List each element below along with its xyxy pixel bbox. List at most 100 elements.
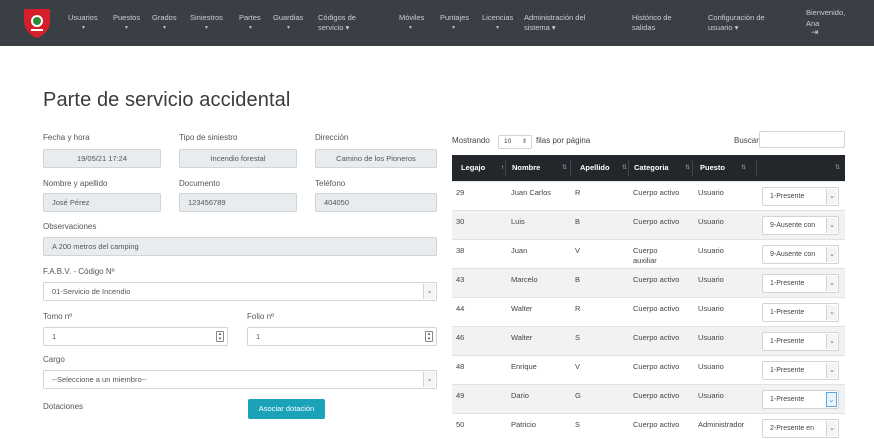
chevron-down-icon[interactable]: ⌄	[826, 421, 837, 436]
fire-department-logo-icon[interactable]	[22, 7, 52, 39]
cell-legajo: 46	[456, 333, 465, 342]
chevron-down-icon[interactable]: ⌄	[423, 284, 435, 299]
chevron-down-icon[interactable]: ⌄	[826, 276, 837, 291]
table-row[interactable]: 30 Luis B Cuerpo activo Usuario 9-Ausent…	[452, 210, 845, 239]
tomo-label: Tomo nº	[43, 312, 73, 321]
nav-configuracion-label: Configuración de	[708, 13, 765, 22]
asistencia-select[interactable]: 1-Presente ⌄	[762, 187, 839, 206]
table-row[interactable]: 29 Juan Carlos R Cuerpo activo Usuario 1…	[452, 181, 845, 210]
cell-puesto: Usuario	[698, 246, 724, 255]
observaciones-field[interactable]: A 200 metros del camping	[43, 237, 437, 256]
cargo-value: --Seleccione a un miembro--	[52, 375, 147, 384]
asistencia-select[interactable]: 1-Presente ⌄	[762, 361, 839, 380]
search-input[interactable]	[759, 131, 845, 148]
nav-siniestros[interactable]: Siniestros ▾	[190, 0, 223, 46]
nav-puntajes[interactable]: Puntajes ▾	[440, 0, 469, 46]
stepper-icon[interactable]: ▴ ▾	[425, 331, 433, 342]
cell-puesto: Usuario	[698, 188, 724, 197]
telefono-field[interactable]: 404050	[315, 193, 437, 212]
chevron-down-icon[interactable]: ⌄	[423, 372, 435, 387]
nav-administracion-sistema[interactable]: Administración del sistema ▾	[524, 0, 585, 46]
table-row[interactable]: 44 Walter R Cuerpo activo Usuario 1-Pres…	[452, 297, 845, 326]
chevron-down-icon[interactable]: ⌄	[826, 363, 837, 378]
nav-licencias[interactable]: Licencias ▾	[482, 0, 513, 46]
cell-apellido: S	[575, 420, 581, 429]
cell-legajo: 44	[456, 304, 465, 313]
documento-field[interactable]: 123456789	[179, 193, 297, 212]
nav-moviles[interactable]: Móviles ▾	[399, 0, 424, 46]
cell-apellido: R	[575, 304, 581, 313]
fecha-field[interactable]: 19/05/21 17:24	[43, 149, 161, 168]
table-row[interactable]: 48 Enrique V Cuerpo activo Usuario 1-Pre…	[452, 355, 845, 384]
filas-label: filas por página	[536, 136, 591, 145]
chevron-down-icon[interactable]: ⌄	[826, 218, 837, 233]
fabv-codigo-value: 01-Servicio de Incendio	[52, 287, 131, 296]
cell-nombre: Enrique	[511, 362, 537, 371]
asistencia-select[interactable]: 1-Presente ⌄	[762, 274, 839, 293]
nav-codigos-label-2: servicio ▾	[318, 23, 350, 32]
stepper-icon[interactable]: ▴ ▾	[216, 331, 224, 342]
chevron-down-icon[interactable]: ⌄	[826, 392, 837, 407]
nav-partes[interactable]: Partes ▾	[239, 0, 261, 46]
th-legajo[interactable]: Legajo ↑	[461, 155, 504, 181]
table-row[interactable]: 43 Marcelo B Cuerpo activo Usuario 1-Pre…	[452, 268, 845, 297]
direccion-field[interactable]: Camino de los Pioneros	[315, 149, 437, 168]
asistencia-select[interactable]: 1-Presente ⌄	[762, 303, 839, 322]
th-categoria-label: Categoria	[634, 163, 669, 172]
tipo-siniestro-field[interactable]: Incendio forestal	[179, 149, 297, 168]
table-row[interactable]: 38 Juan V Cuerpo auxiliar Usuario 9-Ause…	[452, 239, 845, 268]
fabv-codigo-label: F.A.B.V. - Código Nº	[43, 267, 115, 276]
th-puesto[interactable]: Puesto ⇅	[700, 155, 746, 181]
nav-historico-salidas[interactable]: Histórico de salidas	[632, 0, 672, 46]
cell-apellido: R	[575, 188, 581, 197]
documento-label: Documento	[179, 179, 220, 188]
logout-icon[interactable]: ⇥	[811, 27, 819, 38]
th-puesto-label: Puesto	[700, 163, 726, 172]
asistencia-select[interactable]: 9-Ausente con ⌄	[762, 245, 839, 264]
asistencia-select[interactable]: 1-Presente ⌄	[762, 390, 839, 409]
cargo-select[interactable]: --Seleccione a un miembro-- ⌄	[43, 370, 437, 389]
page-size-value: 10	[504, 138, 512, 145]
table-row[interactable]: 49 Dario G Cuerpo activo Usuario 1-Prese…	[452, 384, 845, 413]
nav-usuarios[interactable]: Usuarios ▾	[68, 0, 98, 46]
table-header: Legajo ↑ Nombre ⇅ Apellido ⇅ Categoria ⇅…	[452, 155, 845, 181]
asociar-dotacion-button[interactable]: Asociar dotación	[248, 399, 325, 419]
chevron-down-icon[interactable]: ⌄	[826, 247, 837, 262]
chevron-down-icon[interactable]: ⌄	[826, 305, 837, 320]
nav-grados[interactable]: Grados ▾	[152, 0, 177, 46]
sort-icon: ⇅	[622, 165, 628, 171]
cell-legajo: 29	[456, 188, 465, 197]
asistencia-value: 1-Presente	[770, 193, 805, 200]
cell-categoria: Cuerpo activo	[633, 420, 680, 429]
nav-codigos-servicio[interactable]: Códigos de servicio ▾	[318, 0, 356, 46]
cell-puesto: Usuario	[698, 304, 724, 313]
asistencia-value: 9-Ausente con	[770, 222, 816, 229]
fabv-codigo-select[interactable]: 01-Servicio de Incendio ⌄	[43, 282, 437, 301]
cell-nombre: Juan Carlos	[511, 188, 552, 197]
chevron-down-icon[interactable]: ⌄	[826, 334, 837, 349]
table-row[interactable]: 46 Walter S Cuerpo activo Usuario 1-Pres…	[452, 326, 845, 355]
nav-guardias[interactable]: Guardias ▾	[273, 0, 303, 46]
cell-nombre: Patricio	[511, 420, 537, 429]
table-row[interactable]: 50 Patricio S Cuerpo activo Administrado…	[452, 413, 845, 439]
cell-apellido: B	[575, 275, 581, 284]
asistencia-select[interactable]: 9-Ausente con ⌄	[762, 216, 839, 235]
asistencia-select[interactable]: 2-Presente en ⌄	[762, 419, 839, 438]
tomo-input[interactable]: 1 ▴ ▾	[43, 327, 228, 346]
th-estado[interactable]: ⇅	[762, 155, 842, 181]
folio-input[interactable]: 1 ▴ ▾	[247, 327, 437, 346]
nav-codigos-label: Códigos de	[318, 13, 356, 22]
cell-puesto: Usuario	[698, 275, 724, 284]
cell-apellido: S	[575, 333, 581, 342]
nav-puestos[interactable]: Puestos ▾	[113, 0, 140, 46]
th-categoria[interactable]: Categoria ⇅	[634, 155, 690, 181]
th-nombre[interactable]: Nombre ⇅	[512, 155, 567, 181]
asistencia-select[interactable]: 1-Presente ⌄	[762, 332, 839, 351]
cell-puesto: Usuario	[698, 217, 724, 226]
nav-configuracion-usuario[interactable]: Configuración de usuario ▾	[708, 0, 765, 46]
nombre-apellido-field[interactable]: José Pérez	[43, 193, 161, 212]
th-apellido[interactable]: Apellido ⇅	[580, 155, 627, 181]
chevron-down-icon[interactable]: ⌄	[826, 189, 837, 204]
asistencia-value: 1-Presente	[770, 280, 805, 287]
page-size-select[interactable]: 10 ⇕	[498, 135, 532, 149]
